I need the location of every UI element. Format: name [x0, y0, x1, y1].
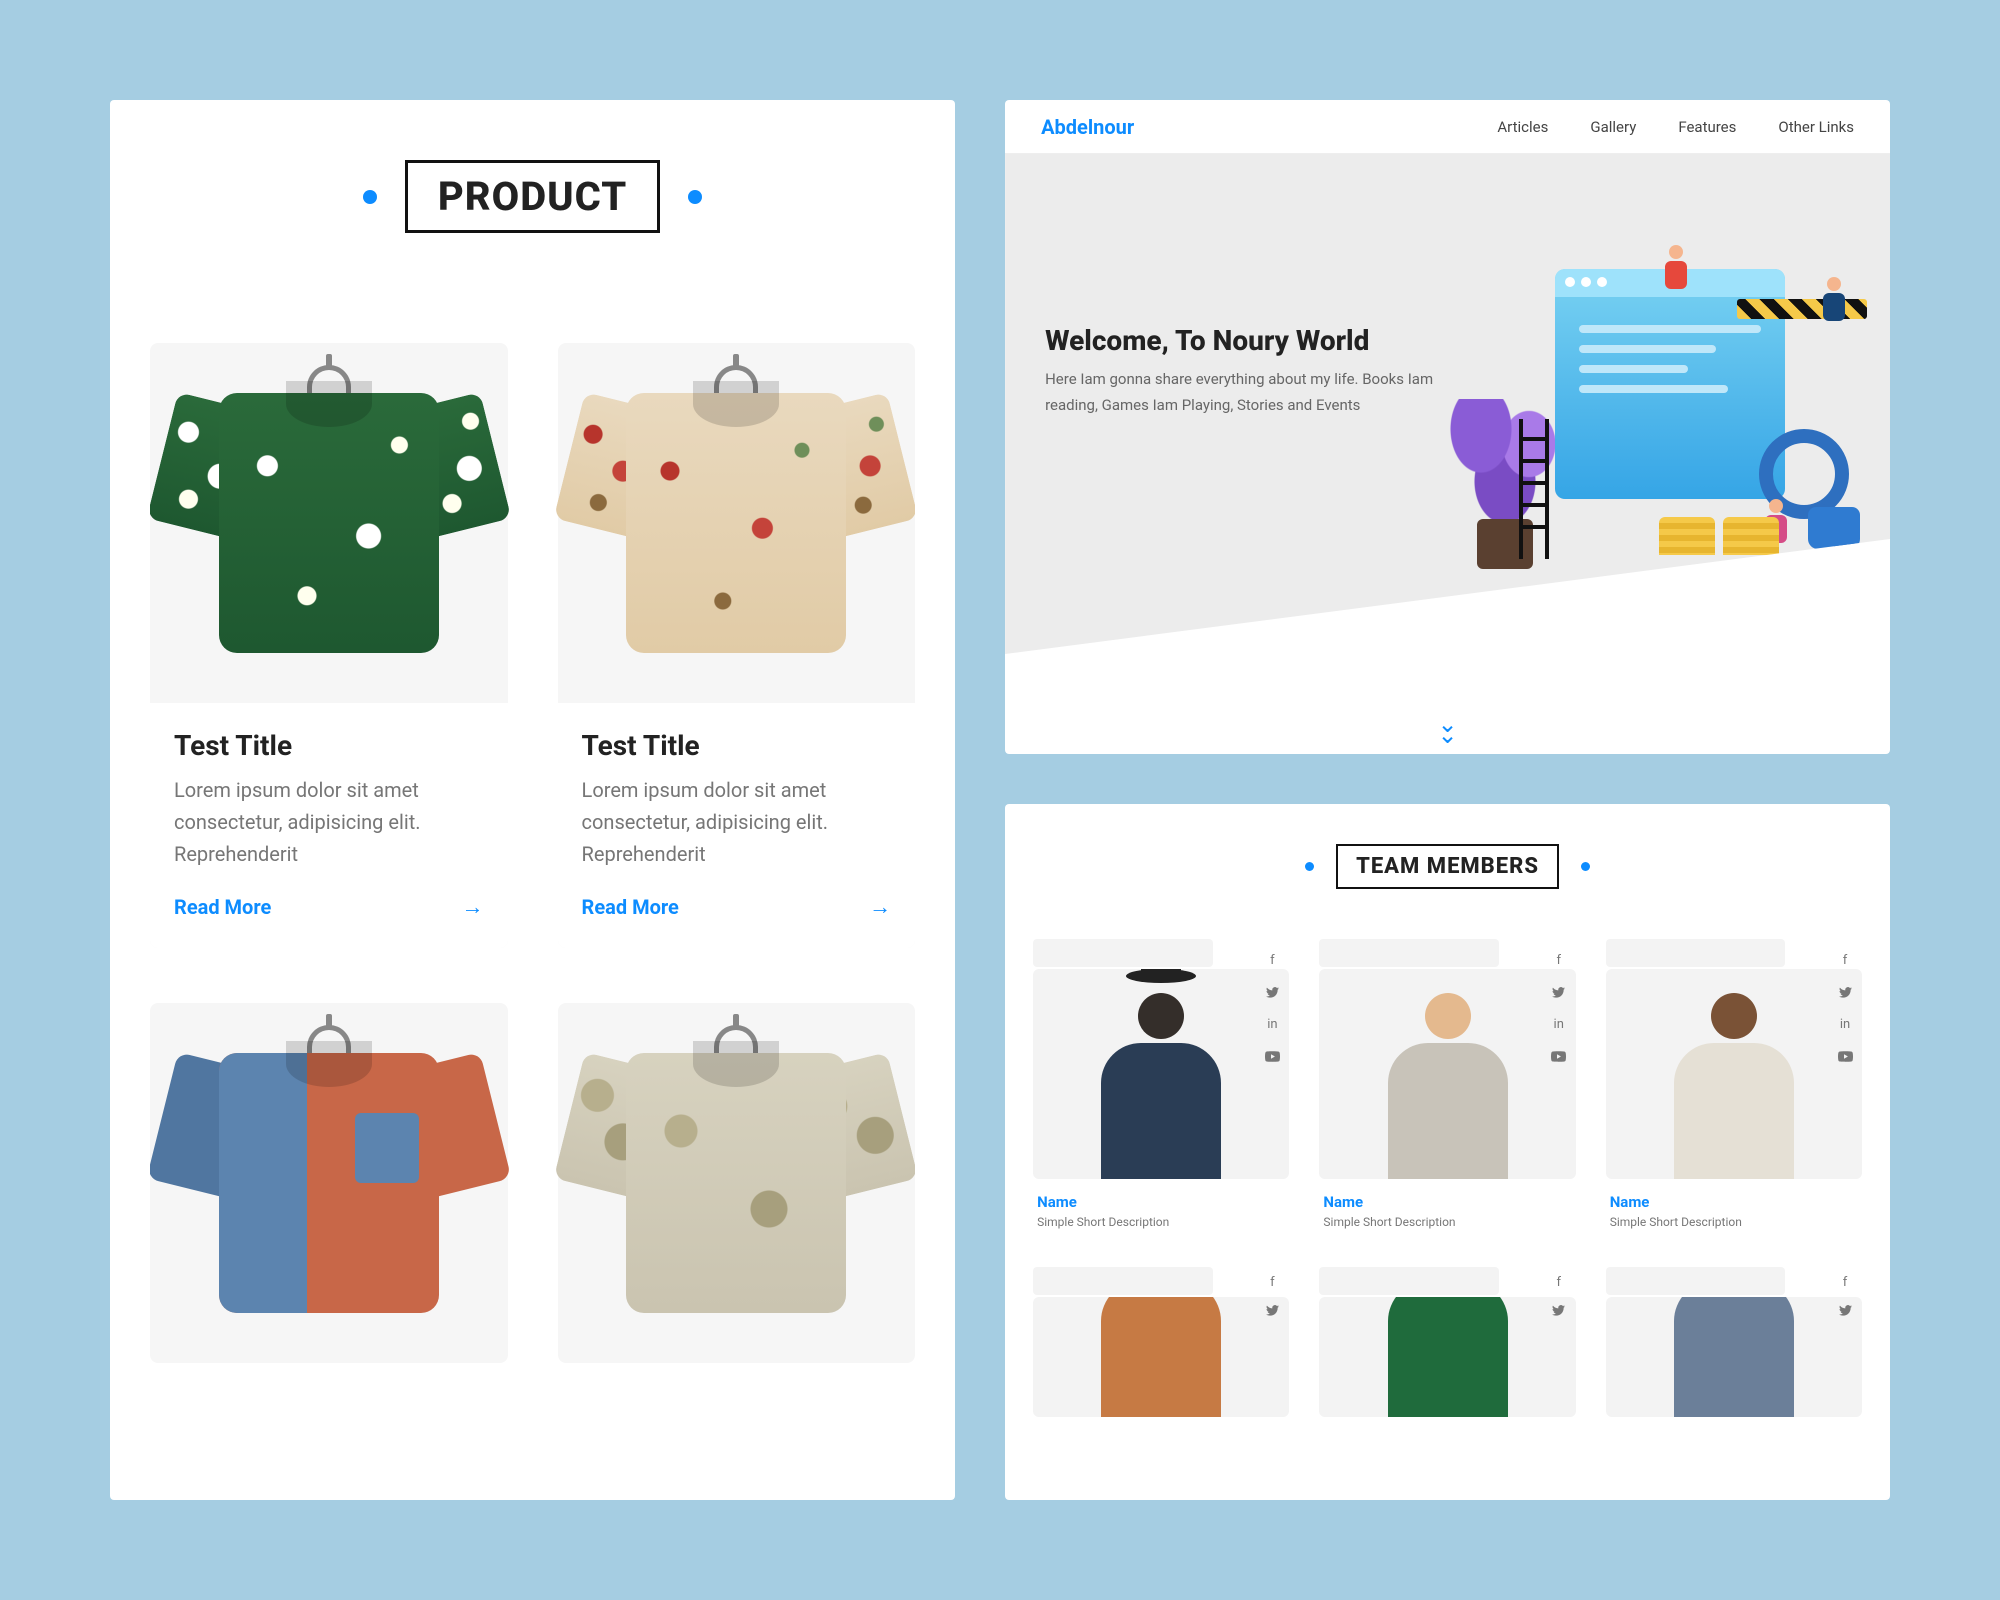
- member-photo: [1319, 969, 1575, 1179]
- member-desc: Simple Short Description: [1323, 1215, 1571, 1229]
- dot-icon: [1305, 862, 1314, 871]
- product-card[interactable]: [150, 1003, 508, 1363]
- product-image: [150, 343, 508, 703]
- read-more-link[interactable]: Read More →: [174, 894, 484, 920]
- products-panel: PRODUCT Test Title Lorem ipsum dolor sit…: [110, 100, 955, 1500]
- photo-back-block: [1319, 1267, 1498, 1295]
- team-member-card[interactable]: f in Name Simple Short Description: [1033, 939, 1289, 1233]
- nav-link-other[interactable]: Other Links: [1778, 118, 1854, 136]
- products-heading-text: PRODUCT: [405, 160, 660, 233]
- team-member-card[interactable]: f in Name Simple Short Description: [1319, 939, 1575, 1233]
- read-more-label: Read More: [174, 895, 271, 919]
- team-member-card[interactable]: f: [1606, 1267, 1862, 1417]
- team-member-card[interactable]: f: [1033, 1267, 1289, 1417]
- youtube-icon[interactable]: [1263, 1047, 1281, 1065]
- social-links: f in: [1263, 951, 1281, 1065]
- twitter-icon[interactable]: [1550, 983, 1568, 1001]
- team-member-card[interactable]: f: [1319, 1267, 1575, 1417]
- photo-back-block: [1033, 1267, 1212, 1295]
- team-panel: TEAM MEMBERS f in: [1005, 804, 1890, 1500]
- twitter-icon[interactable]: [1263, 1301, 1281, 1319]
- product-grid: Test Title Lorem ipsum dolor sit amet co…: [150, 343, 915, 1363]
- facebook-icon[interactable]: f: [1836, 1273, 1854, 1291]
- product-desc: Lorem ipsum dolor sit amet consectetur, …: [174, 774, 484, 870]
- social-links: f in: [1836, 951, 1854, 1065]
- youtube-icon[interactable]: [1836, 1047, 1854, 1065]
- facebook-icon[interactable]: f: [1550, 951, 1568, 969]
- read-more-link[interactable]: Read More →: [582, 894, 892, 920]
- member-photo: [1606, 1297, 1862, 1417]
- product-title: Test Title: [174, 729, 484, 762]
- member-photo: [1319, 1297, 1575, 1417]
- member-name: Name: [1323, 1193, 1571, 1211]
- product-card[interactable]: [558, 1003, 916, 1363]
- linkedin-icon[interactable]: in: [1550, 1015, 1568, 1033]
- member-photo: [1033, 969, 1289, 1179]
- product-image: [558, 343, 916, 703]
- photo-back-block: [1606, 939, 1785, 967]
- navbar: Abdelnour Articles Gallery Features Othe…: [1005, 100, 1890, 154]
- member-name: Name: [1037, 1193, 1285, 1211]
- social-links: f: [1263, 1273, 1281, 1319]
- nav-links: Articles Gallery Features Other Links: [1497, 118, 1854, 136]
- hero-illustration: [1445, 239, 1875, 589]
- product-image: [150, 1003, 508, 1363]
- twitter-icon[interactable]: [1836, 983, 1854, 1001]
- member-desc: Simple Short Description: [1037, 1215, 1285, 1229]
- social-links: f in: [1550, 951, 1568, 1065]
- dot-icon: [363, 190, 377, 204]
- member-name: Name: [1610, 1193, 1858, 1211]
- product-image: [558, 1003, 916, 1363]
- social-links: f: [1836, 1273, 1854, 1319]
- brand-logo[interactable]: Abdelnour: [1041, 115, 1134, 139]
- product-title: Test Title: [582, 729, 892, 762]
- facebook-icon[interactable]: f: [1550, 1273, 1568, 1291]
- arrow-right-icon: →: [462, 894, 484, 920]
- photo-back-block: [1033, 939, 1212, 967]
- hero-title: Welcome, To Noury World: [1045, 324, 1445, 357]
- photo-back-block: [1319, 939, 1498, 967]
- linkedin-icon[interactable]: in: [1836, 1015, 1854, 1033]
- team-heading: TEAM MEMBERS: [1033, 844, 1862, 889]
- read-more-label: Read More: [582, 895, 679, 919]
- product-card[interactable]: Test Title Lorem ipsum dolor sit amet co…: [150, 343, 508, 948]
- twitter-icon[interactable]: [1550, 1301, 1568, 1319]
- photo-back-block: [1606, 1267, 1785, 1295]
- team-grid: f in Name Simple Short Description: [1033, 939, 1862, 1417]
- product-card[interactable]: Test Title Lorem ipsum dolor sit amet co…: [558, 343, 916, 948]
- dot-icon: [688, 190, 702, 204]
- member-desc: Simple Short Description: [1610, 1215, 1858, 1229]
- arrow-right-icon: →: [869, 894, 891, 920]
- nav-link-gallery[interactable]: Gallery: [1590, 118, 1636, 136]
- member-photo: [1606, 969, 1862, 1179]
- twitter-icon[interactable]: [1836, 1301, 1854, 1319]
- member-photo: [1033, 1297, 1289, 1417]
- team-heading-text: TEAM MEMBERS: [1336, 844, 1559, 889]
- dot-icon: [1581, 862, 1590, 871]
- hero-panel: Abdelnour Articles Gallery Features Othe…: [1005, 100, 1890, 754]
- team-member-card[interactable]: f in Name Simple Short Description: [1606, 939, 1862, 1233]
- facebook-icon[interactable]: f: [1263, 951, 1281, 969]
- youtube-icon[interactable]: [1550, 1047, 1568, 1065]
- social-links: f: [1550, 1273, 1568, 1319]
- nav-link-articles[interactable]: Articles: [1497, 118, 1548, 136]
- products-heading: PRODUCT: [150, 160, 915, 233]
- hero-subtitle: Here Iam gonna share everything about my…: [1045, 367, 1445, 418]
- hero-body: Welcome, To Noury World Here Iam gonna s…: [1005, 154, 1890, 654]
- linkedin-icon[interactable]: in: [1263, 1015, 1281, 1033]
- facebook-icon[interactable]: f: [1263, 1273, 1281, 1291]
- product-desc: Lorem ipsum dolor sit amet consectetur, …: [582, 774, 892, 870]
- twitter-icon[interactable]: [1263, 983, 1281, 1001]
- chevron-down-icon[interactable]: ⌄⌄: [1437, 722, 1457, 744]
- nav-link-features[interactable]: Features: [1678, 118, 1736, 136]
- facebook-icon[interactable]: f: [1836, 951, 1854, 969]
